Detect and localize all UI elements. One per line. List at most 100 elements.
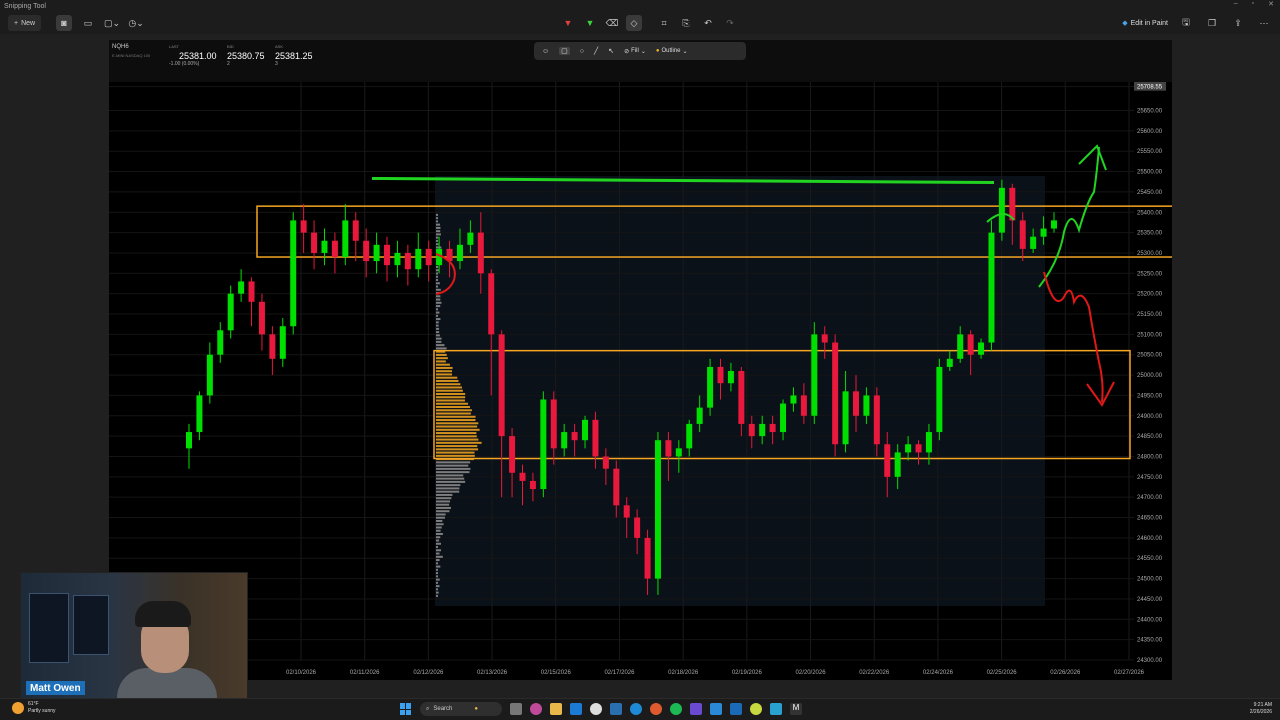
copilot-icon[interactable] — [530, 703, 542, 715]
firefox-icon[interactable] — [650, 703, 662, 715]
volume-profile-bar — [436, 338, 442, 340]
ask-value: 25381.25 — [275, 51, 313, 61]
volume-profile-bar — [436, 286, 438, 288]
video-icon[interactable]: ▭ — [80, 15, 96, 31]
candle-body — [321, 241, 327, 253]
new-snip-button[interactable]: + New — [8, 15, 41, 31]
volume-profile-bar — [436, 465, 468, 467]
bookshelf — [73, 595, 109, 655]
app-icon[interactable] — [750, 703, 762, 715]
file-explorer-icon[interactable] — [550, 703, 562, 715]
taskbar-search[interactable]: ⌕ Search ● — [420, 702, 502, 716]
chrome-icon[interactable] — [590, 703, 602, 715]
edge-icon[interactable] — [630, 703, 642, 715]
close-icon[interactable]: ✕ — [1268, 0, 1274, 8]
highlighter-icon[interactable]: ▼ — [582, 15, 598, 31]
spotify-icon[interactable] — [670, 703, 682, 715]
price-chart[interactable]: 25708.55 25650.00 25600.00 25550.00 25500.00… — [109, 82, 1172, 680]
circle-shape-icon[interactable]: ○ — [580, 48, 584, 55]
save-icon[interactable]: 🖫 — [1178, 15, 1194, 31]
weather-widget[interactable]: 61°F Partly sunny — [12, 701, 56, 715]
date-axis-label: 02/17/2026 — [604, 670, 635, 676]
candle-body — [478, 233, 484, 274]
snipping-tool-icon[interactable] — [770, 703, 782, 715]
crop-icon[interactable]: ⌗ — [656, 15, 672, 31]
rectangle-mode-icon[interactable]: ▢⌄ — [104, 15, 120, 31]
candle-body — [999, 188, 1005, 233]
app-icon[interactable]: M — [790, 703, 802, 715]
volume-profile-bar — [436, 484, 460, 486]
task-view-icon[interactable] — [510, 703, 522, 715]
candle-body — [238, 281, 244, 293]
share-icon[interactable]: ⇪ — [1230, 15, 1246, 31]
price-axis-label: 24950.00 — [1137, 393, 1163, 399]
candle-body — [582, 420, 588, 440]
app-icon[interactable] — [610, 703, 622, 715]
price-axis-label: 24600.00 — [1137, 536, 1163, 542]
volume-profile-bar — [436, 367, 453, 369]
maximize-icon[interactable]: ▫ — [1252, 0, 1254, 8]
price-axis-label: 24800.00 — [1137, 454, 1163, 460]
candle-body — [978, 343, 984, 355]
more-icon[interactable]: ⋯ — [1256, 15, 1272, 31]
system-clock[interactable]: 9:21 AM 2/26/2026 — [1250, 702, 1272, 716]
edit-in-paint-button[interactable]: ◆ Edit in Paint — [1122, 19, 1168, 27]
outlook-icon[interactable] — [570, 703, 582, 715]
candle-body — [874, 395, 880, 444]
candle-body — [572, 432, 578, 440]
candle-body — [811, 334, 817, 415]
search-icon: ⌕ — [426, 706, 429, 713]
emoji-icon[interactable]: ☺ — [542, 48, 549, 55]
volume-profile-bar — [436, 487, 459, 489]
weather-icon — [12, 702, 24, 714]
outline-color-icon: ● — [656, 48, 660, 54]
price-axis-label: 24500.00 — [1137, 577, 1163, 583]
symbol-description: E-MINI NASDAQ 100 — [112, 53, 150, 58]
app-icon[interactable] — [730, 703, 742, 715]
red-pen-icon[interactable]: ▼ — [560, 15, 576, 31]
camera-icon[interactable]: ◙ — [56, 15, 72, 31]
rectangle-shape-icon[interactable]: ▢ — [559, 47, 570, 55]
volume-profile-bar — [436, 549, 441, 551]
line-shape-icon[interactable]: ╱ — [594, 47, 598, 55]
volume-profile-bar — [436, 347, 447, 349]
volume-profile-bar — [436, 556, 443, 558]
volume-profile-bar — [436, 321, 439, 323]
shapes-icon[interactable]: ◇ — [626, 15, 642, 31]
date-axis-label: 02/22/2026 — [859, 670, 890, 676]
outline-dropdown[interactable]: ● Outline ⌄ — [656, 48, 688, 55]
price-axis-label: 24450.00 — [1137, 597, 1163, 603]
arrow-shape-icon[interactable]: ↖ — [608, 47, 614, 55]
candle-body — [884, 444, 890, 477]
price-axis-label: 25500.00 — [1137, 170, 1163, 176]
volume-profile-bar — [436, 312, 439, 314]
app-icon[interactable] — [710, 703, 722, 715]
undo-icon[interactable]: ↶ — [700, 15, 716, 31]
minimize-icon[interactable]: – — [1234, 0, 1238, 8]
start-icon[interactable] — [400, 703, 412, 715]
volume-profile-bar — [436, 540, 439, 542]
volume-profile-bar — [436, 282, 440, 284]
candle-body — [467, 233, 473, 245]
redo-icon[interactable]: ↷ — [722, 15, 738, 31]
date-axis-label: 02/24/2026 — [923, 670, 954, 676]
volume-profile-bar — [436, 295, 440, 297]
volume-profile-bar — [436, 409, 472, 411]
candle-body — [311, 233, 317, 253]
clock-date: 2/26/2026 — [1250, 709, 1272, 716]
text-actions-icon[interactable]: ⎘ — [678, 15, 694, 31]
volume-profile-bar — [436, 553, 439, 555]
fill-dropdown[interactable]: ⊘ Fill ⌄ — [624, 48, 646, 55]
price-axis-label: 24750.00 — [1137, 475, 1163, 481]
volume-profile-bar — [436, 461, 470, 463]
volume-profile-bar — [436, 491, 459, 493]
copy-icon[interactable]: ❐ — [1204, 15, 1220, 31]
candle-body — [457, 245, 463, 261]
candle-body — [415, 249, 421, 269]
eraser-icon[interactable]: ⌫ — [604, 15, 620, 31]
candle-body — [509, 436, 515, 473]
delay-timer-icon[interactable]: ◷⌄ — [128, 15, 144, 31]
candle-body — [384, 245, 390, 265]
volume-profile-bar — [436, 230, 440, 232]
teams-icon[interactable] — [690, 703, 702, 715]
